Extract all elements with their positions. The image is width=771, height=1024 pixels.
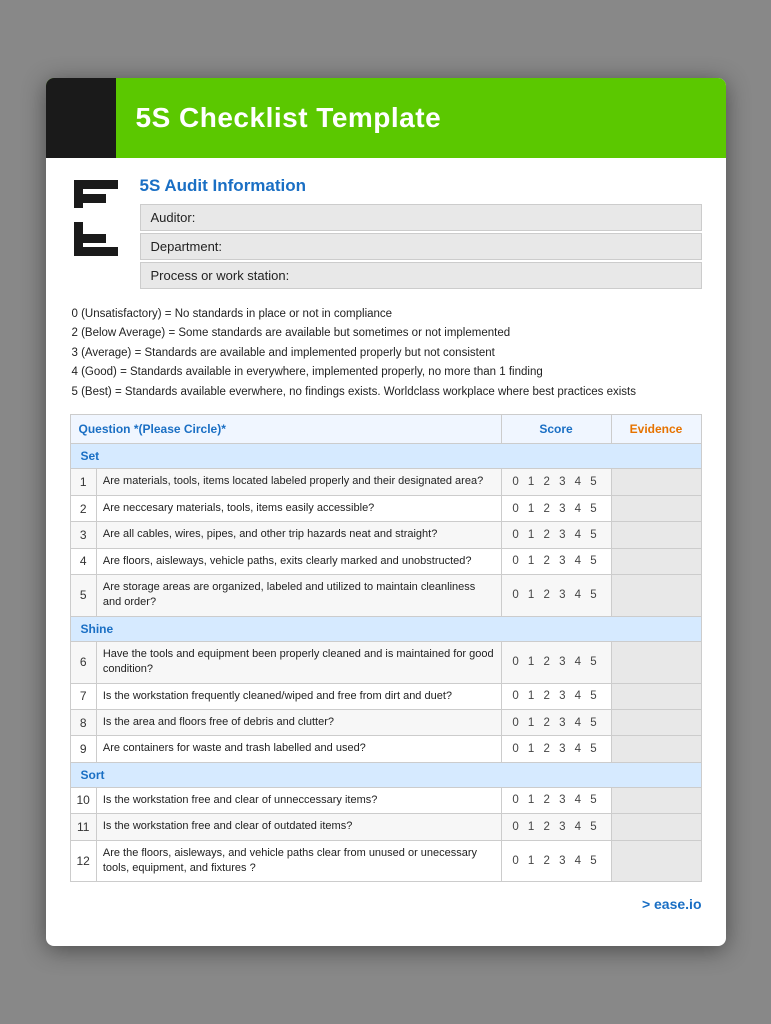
legend-item-2: 3 (Average) = Standards are available an… [72,344,700,364]
score-options[interactable]: 0 1 2 3 4 5 [501,709,611,735]
question-text: Is the workstation free and clear of unn… [96,787,501,813]
table-row: 10 Is the workstation free and clear of … [70,787,701,813]
question-text: Are storage areas are organized, labeled… [96,575,501,617]
table-row: 1 Are materials, tools, items located la… [70,469,701,495]
question-text: Are all cables, wires, pipes, and other … [96,522,501,548]
evidence-cell[interactable] [611,814,701,840]
evidence-cell[interactable] [611,840,701,882]
department-field[interactable]: Department: [140,233,702,260]
legend-item-3: 4 (Good) = Standards available in everyw… [72,363,700,383]
page-wrapper: 5S Checklist Template 5S Audit Informat [46,78,726,947]
score-options[interactable]: 0 1 2 3 4 5 [501,495,611,521]
evidence-cell[interactable] [611,469,701,495]
ease-link[interactable]: > ease.io [642,896,702,912]
row-number: 7 [70,683,96,709]
question-text: Are neccesary materials, tools, items ea… [96,495,501,521]
row-number: 12 [70,840,96,882]
table-row: 3 Are all cables, wires, pipes, and othe… [70,522,701,548]
table-row: 12 Are the floors, aisleways, and vehicl… [70,840,701,882]
question-text: Are containers for waste and trash label… [96,736,501,762]
row-number: 10 [70,787,96,813]
score-options[interactable]: 0 1 2 3 4 5 [501,548,611,574]
evidence-cell[interactable] [611,736,701,762]
score-options[interactable]: 0 1 2 3 4 5 [501,641,611,683]
evidence-cell[interactable] [611,683,701,709]
score-options[interactable]: 0 1 2 3 4 5 [501,736,611,762]
category-row: Shine [70,616,701,641]
question-text: Are the floors, aisleways, and vehicle p… [96,840,501,882]
row-number: 1 [70,469,96,495]
checklist-table: Question *(Please Circle)* Score Evidenc… [70,414,702,882]
score-options[interactable]: 0 1 2 3 4 5 [501,575,611,617]
question-text: Are materials, tools, items located labe… [96,469,501,495]
table-row: 8 Is the area and floors free of debris … [70,709,701,735]
score-options[interactable]: 0 1 2 3 4 5 [501,787,611,813]
question-text: Is the workstation free and clear of out… [96,814,501,840]
evidence-cell[interactable] [611,548,701,574]
score-options[interactable]: 0 1 2 3 4 5 [501,840,611,882]
table-row: 5 Are storage areas are organized, label… [70,575,701,617]
table-row: 7 Is the workstation frequently cleaned/… [70,683,701,709]
evidence-header: Evidence [611,415,701,444]
question-text: Is the workstation frequently cleaned/wi… [96,683,501,709]
question-text: Is the area and floors free of debris an… [96,709,501,735]
score-options[interactable]: 0 1 2 3 4 5 [501,814,611,840]
header-black-block [46,78,116,158]
page-title: 5S Checklist Template [136,102,442,134]
row-number: 6 [70,641,96,683]
question-text: Are floors, aisleways, vehicle paths, ex… [96,548,501,574]
evidence-cell[interactable] [611,575,701,617]
row-number: 2 [70,495,96,521]
score-header: Score [501,415,611,444]
row-number: 4 [70,548,96,574]
legend-item-0: 0 (Unsatisfactory) = No standards in pla… [72,305,700,325]
score-options[interactable]: 0 1 2 3 4 5 [501,683,611,709]
row-number: 5 [70,575,96,617]
category-row: Set [70,444,701,469]
evidence-cell[interactable] [611,522,701,548]
evidence-cell[interactable] [611,787,701,813]
legend-box: 0 (Unsatisfactory) = No standards in pla… [70,305,702,403]
table-row: 6 Have the tools and equipment been prop… [70,641,701,683]
row-number: 9 [70,736,96,762]
legend-item-4: 5 (Best) = Standards available everwhere… [72,383,700,403]
table-row: 4 Are floors, aisleways, vehicle paths, … [70,548,701,574]
row-number: 3 [70,522,96,548]
info-section: 5S Audit Information Auditor: Department… [140,176,702,291]
evidence-cell[interactable] [611,641,701,683]
question-text: Have the tools and equipment been proper… [96,641,501,683]
category-row: Sort [70,762,701,787]
question-header: Question *(Please Circle)* [70,415,501,444]
ease-logo [70,178,122,263]
table-header-row: Question *(Please Circle)* Score Evidenc… [70,415,701,444]
content-area: 5S Audit Information Auditor: Department… [46,158,726,883]
table-row: 2 Are neccesary materials, tools, items … [70,495,701,521]
header-bar: 5S Checklist Template [46,78,726,158]
score-options[interactable]: 0 1 2 3 4 5 [501,522,611,548]
audit-info-section: 5S Audit Information Auditor: Department… [70,176,702,291]
auditor-field[interactable]: Auditor: [140,204,702,231]
table-row: 9 Are containers for waste and trash lab… [70,736,701,762]
evidence-cell[interactable] [611,495,701,521]
table-row: 11 Is the workstation free and clear of … [70,814,701,840]
footer-link[interactable]: > ease.io [46,882,726,916]
evidence-cell[interactable] [611,709,701,735]
row-number: 11 [70,814,96,840]
audit-section-heading: 5S Audit Information [140,176,702,196]
legend-item-1: 2 (Below Average) = Some standards are a… [72,324,700,344]
row-number: 8 [70,709,96,735]
process-field[interactable]: Process or work station: [140,262,702,289]
score-options[interactable]: 0 1 2 3 4 5 [501,469,611,495]
